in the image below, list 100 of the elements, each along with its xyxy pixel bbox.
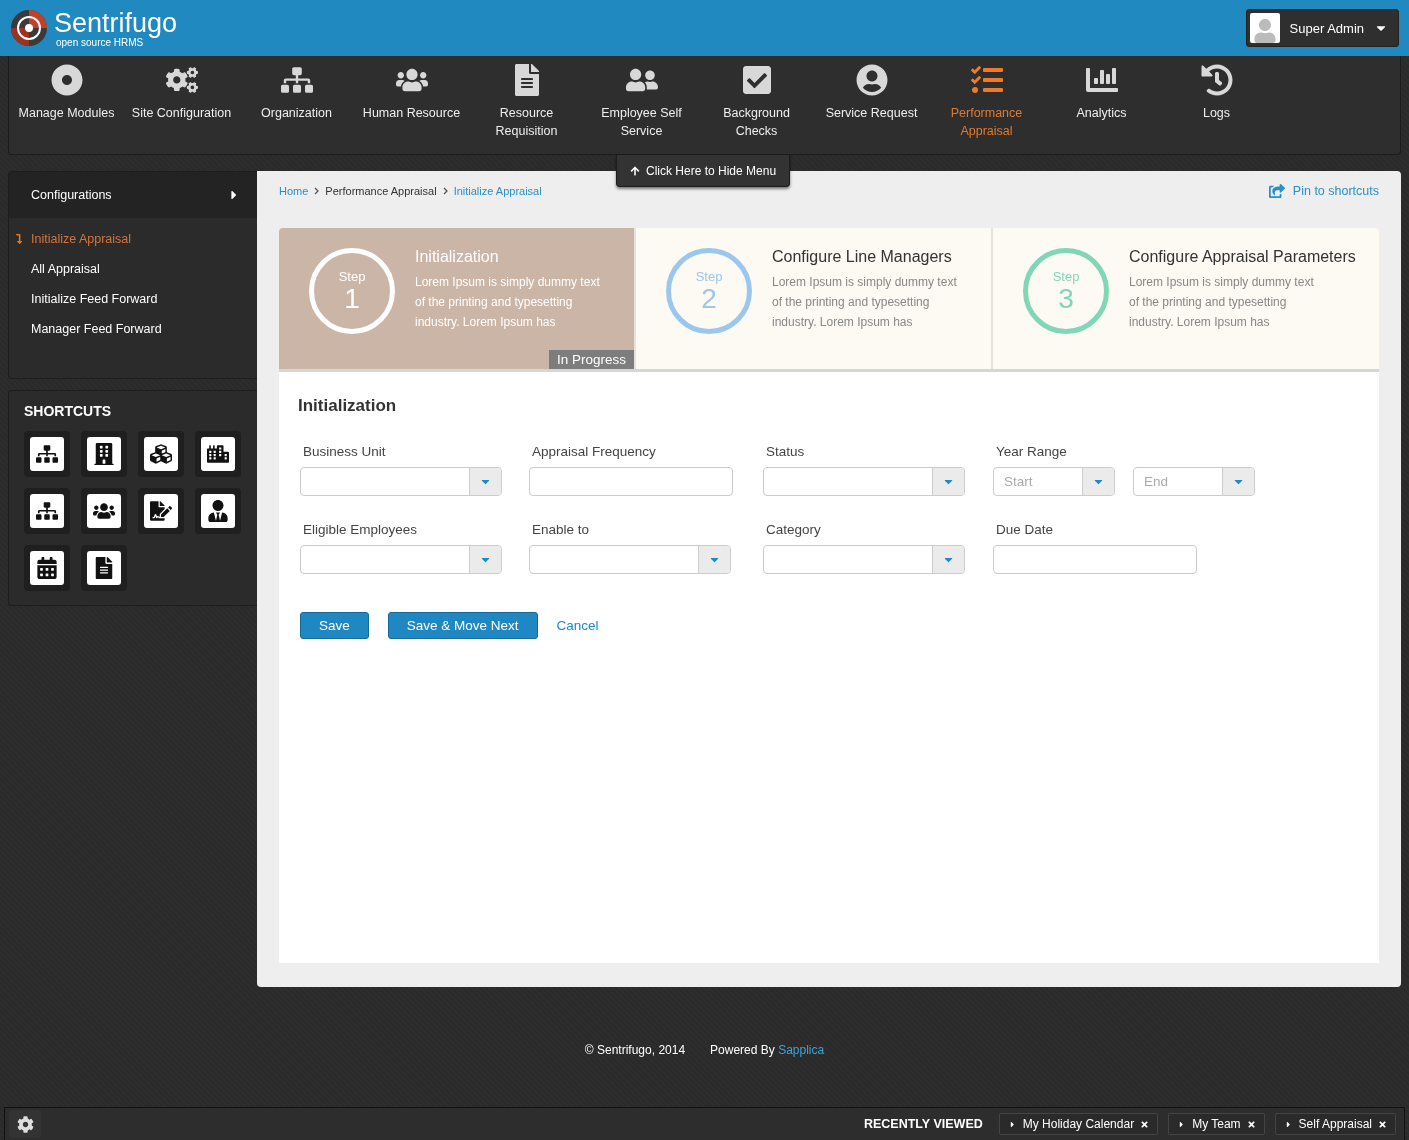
nav-item[interactable]: Resource Requisition	[469, 64, 584, 140]
select-input[interactable]: Start	[994, 468, 1082, 495]
building-icon	[87, 437, 121, 471]
close-icon	[1378, 1119, 1387, 1129]
shortcut-button[interactable]	[81, 488, 127, 534]
gears-icon	[165, 64, 198, 96]
shortcut-button[interactable]	[24, 488, 70, 534]
company-link[interactable]: Sapplica	[778, 1043, 825, 1057]
step-ring: Step 2	[666, 248, 752, 334]
dropdown-icon	[1082, 468, 1114, 495]
shortcut-button[interactable]	[195, 488, 241, 534]
step-description: Lorem Ipsum is simply dummy text of the printing and typesetting industry. Lorem Ipsum has	[772, 274, 958, 331]
settings-icon[interactable]	[9, 1110, 41, 1138]
step-description: Lorem Ipsum is simply dummy text of the printing and typesetting industry. Lorem Ipsum has	[1129, 274, 1315, 331]
cancel-link[interactable]: Cancel	[556, 612, 599, 639]
field-label: Due Date	[995, 522, 1055, 537]
chevron-icon	[442, 187, 448, 195]
status-badge: In Progress	[548, 350, 634, 369]
sidebar-item[interactable]: Initialize Feed Forward	[9, 284, 257, 314]
nav-item[interactable]: Performance Appraisal	[929, 64, 1044, 140]
nav-item[interactable]: Human Resource	[354, 64, 469, 122]
hierarchy-icon	[30, 437, 64, 471]
tagline: open source HRMS	[56, 36, 144, 48]
nav-item[interactable]: Service Request	[814, 64, 929, 122]
select-field[interactable]: Start	[993, 467, 1115, 496]
select-field[interactable]: End	[1133, 467, 1255, 496]
nav-item[interactable]: Manage Modules	[9, 64, 124, 122]
dropdown-icon	[1222, 468, 1254, 495]
copyright: © Sentrifugo, 2014	[584, 1043, 686, 1057]
nav-item[interactable]: Analytics	[1044, 64, 1159, 122]
dropdown-icon	[932, 546, 964, 573]
select-field[interactable]	[529, 545, 731, 574]
shortcut-button[interactable]	[81, 431, 127, 477]
boxes-icon	[144, 437, 178, 471]
buildings-icon	[201, 437, 235, 471]
people-icon	[87, 494, 121, 528]
checklist-icon	[970, 64, 1003, 96]
field-label: Year Range	[995, 444, 1068, 459]
field-label: Business Unit	[302, 444, 387, 459]
shortcut-button[interactable]	[24, 545, 70, 591]
input-field[interactable]	[529, 467, 733, 496]
hide-menu-button[interactable]: Click Here to Hide Menu	[616, 155, 791, 187]
dropdown-icon	[469, 546, 501, 573]
select-input[interactable]: End	[1134, 468, 1222, 495]
step-ring: Step 3	[1023, 248, 1109, 334]
share-icon	[1268, 183, 1285, 199]
field-label: Appraisal Frequency	[531, 444, 657, 459]
nav-item[interactable]: Site Configuration	[124, 64, 239, 122]
input-field[interactable]	[993, 545, 1197, 574]
user-menu[interactable]: Super Admin	[1245, 9, 1399, 47]
recent-title: RECENTLY VIEWED	[863, 1117, 983, 1131]
recent-item[interactable]: My Holiday Calendar	[998, 1113, 1159, 1135]
avatar-icon	[1249, 13, 1280, 43]
dropdown-icon	[698, 546, 730, 573]
logo-icon	[10, 9, 48, 47]
shortcut-button[interactable]	[195, 431, 241, 477]
nav-item[interactable]: Logs	[1159, 64, 1274, 122]
org-chart-icon	[30, 494, 64, 528]
field-label: Enable to	[531, 522, 591, 537]
nav-item[interactable]: Background Checks	[699, 64, 814, 140]
step-ring: Step 1	[309, 248, 395, 334]
nav-item[interactable]: Organization	[239, 64, 354, 122]
powered-by: Powered By	[710, 1043, 775, 1057]
recent-item[interactable]: Self Appraisal	[1274, 1113, 1396, 1135]
select-field[interactable]	[763, 467, 965, 496]
sidebar-item[interactable]: Initialize Appraisal	[9, 224, 257, 254]
arrow-icon	[14, 234, 24, 244]
shortcut-button[interactable]	[138, 488, 184, 534]
step-title: Configure Appraisal Parameters	[1129, 248, 1356, 266]
shortcut-button[interactable]	[81, 545, 127, 591]
sidebar-item[interactable]: Manager Feed Forward	[9, 314, 257, 344]
hierarchy-icon	[280, 64, 313, 96]
app-name: Sentrifugo	[54, 8, 178, 37]
step-title: Configure Line Managers	[772, 248, 953, 266]
select-field[interactable]	[300, 467, 502, 496]
dropdown-icon	[469, 468, 501, 495]
chevron-icon	[314, 187, 320, 195]
sidebar-item[interactable]: All Appraisal	[9, 254, 257, 284]
field-label: Category	[765, 522, 822, 537]
select-field[interactable]	[300, 545, 502, 574]
checkbox-icon	[740, 64, 773, 96]
team-icon	[201, 494, 235, 528]
shortcuts-title: SHORTCUTS	[23, 402, 113, 421]
shortcut-button[interactable]	[24, 431, 70, 477]
ring-icon	[50, 64, 83, 96]
step-description: Lorem Ipsum is simply dummy text of the printing and typesetting industry. Lorem Ipsum has	[415, 274, 601, 331]
recent-item[interactable]: My Team	[1168, 1113, 1265, 1135]
close-icon	[1246, 1119, 1256, 1129]
close-icon	[1140, 1119, 1150, 1129]
arrow-up-icon	[630, 165, 640, 176]
calendar-icon	[30, 551, 64, 585]
field-label: Status	[765, 444, 806, 459]
nav-item[interactable]: Employee Self Service	[584, 64, 699, 140]
shortcut-button[interactable]	[138, 431, 184, 477]
form-title: Initialization	[298, 396, 398, 416]
primary-button[interactable]: Save & Move Next	[387, 612, 538, 639]
step-title: Initialization	[415, 248, 500, 266]
section-header[interactable]: Configurations	[9, 172, 257, 218]
select-field[interactable]	[763, 545, 965, 574]
primary-button[interactable]: Save	[300, 612, 369, 639]
